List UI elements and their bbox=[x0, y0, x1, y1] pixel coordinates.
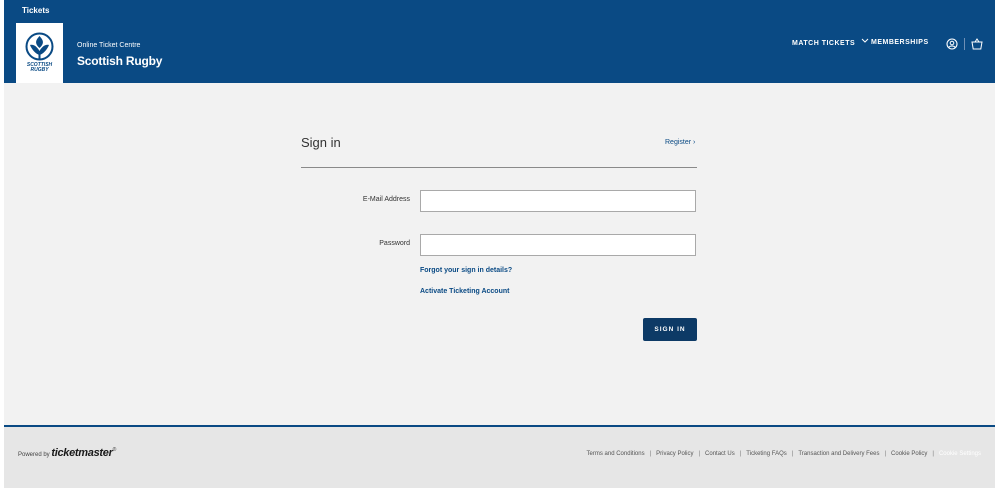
account-icon[interactable] bbox=[946, 38, 958, 50]
footer-separator: | bbox=[739, 451, 742, 457]
email-field[interactable] bbox=[420, 190, 696, 212]
basket-icon[interactable] bbox=[971, 38, 983, 50]
footer-link-terms[interactable]: Terms and Conditions bbox=[587, 451, 645, 457]
forgot-details-link[interactable]: Forgot your sign in details? bbox=[420, 267, 512, 274]
footer-separator: | bbox=[932, 451, 934, 457]
nav-match-tickets[interactable]: MATCH TICKETS bbox=[792, 38, 869, 47]
footer-link-cookie-policy[interactable]: Cookie Policy bbox=[891, 451, 927, 457]
page: Tickets SCOTTISH RUGBY Online Ticket Cen… bbox=[4, 0, 995, 488]
site-subtitle: Online Ticket Centre bbox=[77, 42, 141, 49]
powered-by-label: Powered by bbox=[18, 452, 50, 458]
footer-link-fees[interactable]: Transaction and Delivery Fees bbox=[798, 451, 879, 457]
footer-separator: | bbox=[791, 451, 794, 457]
nav-match-tickets-label: MATCH TICKETS bbox=[792, 40, 856, 47]
signin-divider bbox=[301, 167, 697, 168]
footer-separator: | bbox=[698, 451, 701, 457]
nav-memberships[interactable]: MEMBERSHIPS bbox=[871, 39, 929, 46]
scottish-rugby-logo[interactable]: SCOTTISH RUGBY bbox=[16, 23, 63, 83]
activate-account-link[interactable]: Activate Ticketing Account bbox=[420, 288, 509, 295]
register-link[interactable]: Register › bbox=[665, 139, 695, 146]
password-label: Password bbox=[379, 240, 410, 247]
ticketmaster-logo[interactable]: ticketmaster bbox=[51, 447, 113, 459]
main-content: Sign in Register › E-Mail Address Passwo… bbox=[4, 83, 995, 425]
header-bar: Tickets SCOTTISH RUGBY Online Ticket Cen… bbox=[4, 0, 995, 83]
sign-in-button[interactable]: SIGN IN bbox=[643, 318, 697, 341]
password-field[interactable] bbox=[420, 234, 696, 256]
chevron-down-icon bbox=[861, 38, 868, 43]
logo-text: SCOTTISH RUGBY bbox=[16, 63, 63, 73]
footer-links: Terms and Conditions | Privacy Policy | Cont… bbox=[587, 451, 981, 457]
top-label[interactable]: Tickets bbox=[22, 6, 49, 15]
footer-link-contact[interactable]: Contact Us bbox=[705, 451, 735, 457]
logo-text-line2: RUGBY bbox=[30, 67, 49, 73]
footer-link-cookie-settings[interactable]: Cookie Settings bbox=[939, 451, 981, 457]
site-brand[interactable]: Scottish Rugby bbox=[77, 54, 162, 68]
thistle-icon bbox=[25, 32, 54, 61]
footer-link-faqs[interactable]: Ticketing FAQs bbox=[746, 451, 786, 457]
signin-title: Sign in bbox=[301, 135, 341, 150]
footer: Powered by ticketmaster® Terms and Condi… bbox=[4, 427, 995, 488]
footer-separator: | bbox=[884, 451, 887, 457]
footer-link-privacy[interactable]: Privacy Policy bbox=[656, 451, 693, 457]
email-label: E-Mail Address bbox=[362, 196, 410, 203]
footer-separator: | bbox=[649, 451, 652, 457]
header-icon-divider bbox=[964, 38, 965, 50]
powered-by: Powered by ticketmaster® bbox=[18, 447, 116, 459]
registered-mark: ® bbox=[112, 447, 117, 453]
